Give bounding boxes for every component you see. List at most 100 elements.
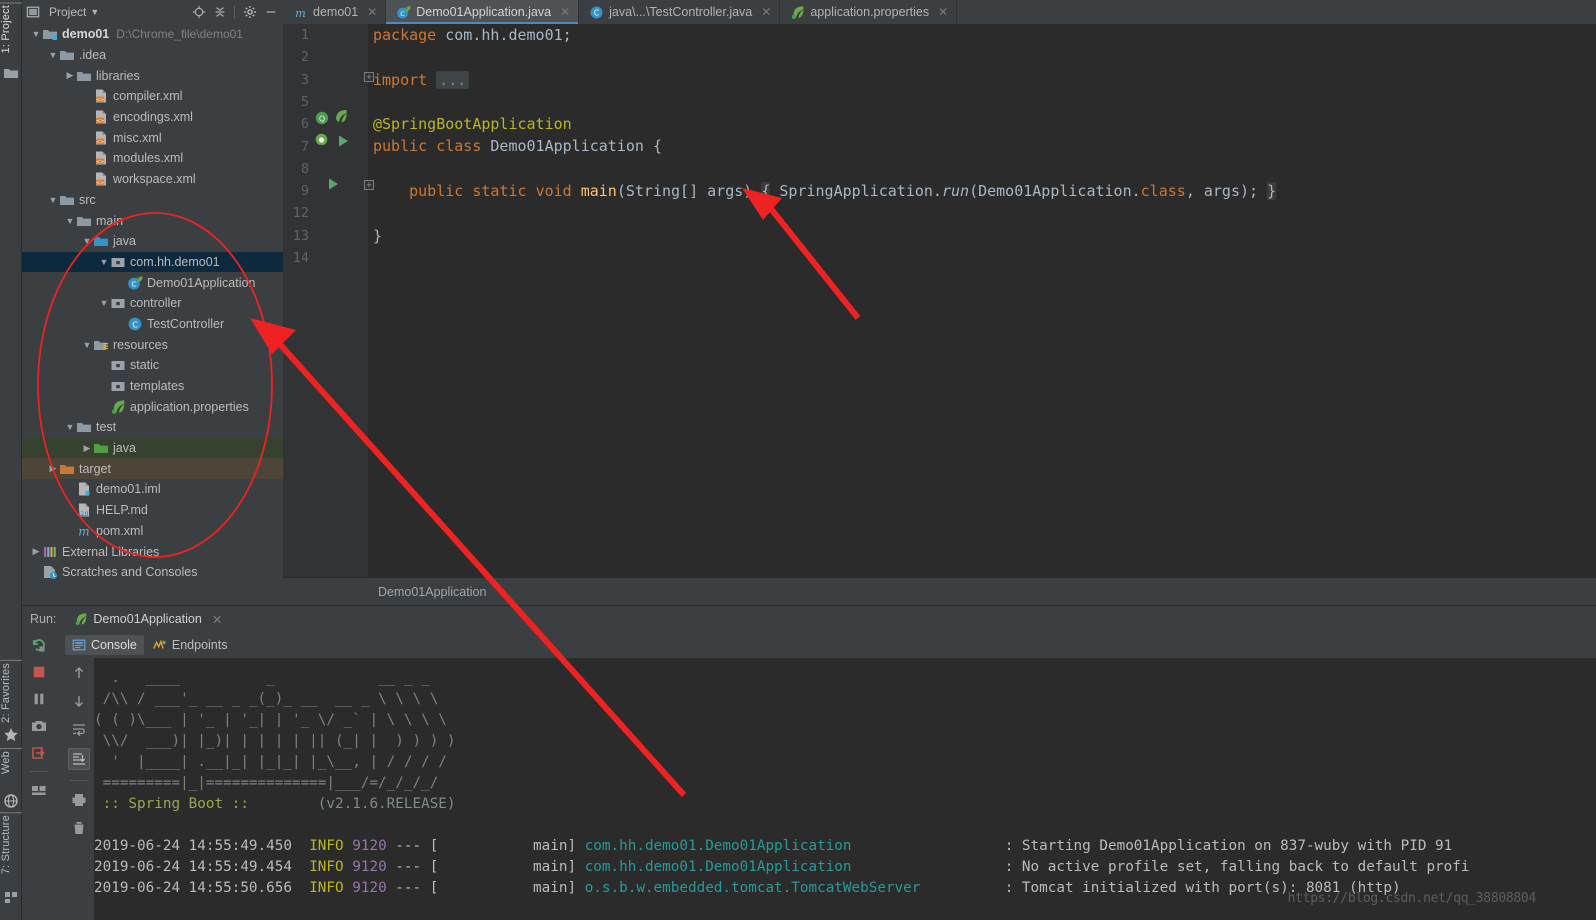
camera-icon[interactable]: [30, 717, 48, 735]
line-number: 6: [300, 116, 309, 133]
tree-item-demo01-iml[interactable]: demo01.iml: [22, 479, 283, 500]
tree-item-java[interactable]: ▼ java: [22, 231, 283, 252]
tree-item-workspace-xml[interactable]: <> workspace.xml: [22, 169, 283, 190]
tree-disclosure-arrow[interactable]: ▼: [98, 257, 110, 267]
tree-item-external-libraries[interactable]: ▶ External Libraries: [22, 541, 283, 562]
tree-item-application-properties[interactable]: application.properties: [22, 396, 283, 417]
scroll-up-icon[interactable]: [70, 664, 88, 682]
editor-tab-demo01[interactable]: m demo01 ✕: [283, 0, 387, 24]
editor-gutter[interactable]: 1 2 3 5 6 7 8 9 12 13 14 Q + +: [283, 24, 374, 577]
spring-context-gutter-icon[interactable]: [314, 132, 330, 148]
tree-disclosure-arrow[interactable]: ▼: [30, 29, 42, 39]
close-icon[interactable]: ✕: [367, 5, 377, 19]
close-icon[interactable]: ✕: [938, 5, 948, 19]
sidebar-tab-project[interactable]: 1: Project: [0, 2, 22, 56]
folded-imports[interactable]: ...: [436, 70, 470, 89]
line-number: 8: [300, 160, 309, 177]
soft-wrap-icon[interactable]: [70, 720, 88, 738]
trash-icon[interactable]: [70, 819, 88, 837]
tree-item-main[interactable]: ▼ main: [22, 210, 283, 231]
close-icon[interactable]: ✕: [212, 612, 222, 627]
tree-disclosure-arrow[interactable]: ▼: [81, 236, 93, 246]
editor-tab-java-testcontroller-java[interactable]: Cjava\...\TestController.java ✕: [579, 0, 781, 24]
sidebar-tab-web[interactable]: Web: [0, 748, 22, 777]
java-class-icon: C: [128, 317, 142, 331]
java-class-icon: C: [590, 6, 603, 18]
scroll-down-icon[interactable]: [70, 692, 88, 710]
sidebar-tab-favorites[interactable]: 2: Favorites: [0, 660, 22, 725]
console-output[interactable]: . ____ _ __ _ _ /\\ / ___'_ __ _ _(_)_ _…: [94, 658, 1596, 920]
rerun-icon[interactable]: [30, 636, 48, 654]
folder-icon: [60, 51, 74, 61]
tree-disclosure-arrow[interactable]: ▼: [64, 422, 76, 432]
tree-item-static[interactable]: static: [22, 355, 283, 376]
close-icon[interactable]: ✕: [560, 5, 570, 19]
line-number: 9: [300, 183, 309, 200]
tree-disclosure-arrow[interactable]: ▶: [81, 443, 93, 454]
chevron-down-icon[interactable]: ▼: [90, 7, 99, 17]
tree-item-resources[interactable]: ▼ resources: [22, 334, 283, 355]
tree-item--idea[interactable]: ▼ .idea: [22, 45, 283, 66]
tree-disclosure-arrow[interactable]: ▶: [64, 70, 76, 81]
run-tab-console[interactable]: Console: [65, 635, 144, 655]
print-icon[interactable]: [70, 791, 88, 809]
tree-item-target[interactable]: ▶ target: [22, 458, 283, 480]
tree-item-com-hh-demo01[interactable]: ▼ com.hh.demo01: [22, 251, 283, 273]
line-number: 7: [300, 138, 309, 155]
tree-item-demo01application[interactable]: C Demo01Application: [22, 272, 283, 293]
thread-dump-icon[interactable]: [30, 744, 48, 762]
log-separator: --- [: [395, 880, 439, 896]
layout-settings-icon[interactable]: [30, 781, 48, 799]
tree-item-testcontroller[interactable]: C TestController: [22, 314, 283, 335]
spring-bean-gutter-icon[interactable]: Q: [314, 110, 330, 126]
tree-disclosure-arrow[interactable]: ▶: [30, 546, 42, 557]
tree-disclosure-arrow[interactable]: ▼: [47, 195, 59, 205]
close-icon[interactable]: ✕: [761, 5, 771, 19]
tree-disclosure-arrow[interactable]: ▼: [47, 50, 59, 60]
run-class-gutter-icon[interactable]: [335, 133, 351, 149]
target-locate-icon[interactable]: [190, 4, 207, 21]
sidebar-tab-project-label: 1: Project: [0, 2, 22, 56]
tree-item-pom-xml[interactable]: m pom.xml: [22, 521, 283, 542]
spring-leaf-gutter-icon[interactable]: [333, 108, 349, 124]
tree-item-encodings-xml[interactable]: <> encodings.xml: [22, 107, 283, 128]
scroll-to-end-icon[interactable]: [68, 748, 90, 770]
tree-item-templates[interactable]: templates: [22, 376, 283, 397]
tree-disclosure-arrow[interactable]: ▼: [81, 340, 93, 350]
tree-item-label: libraries: [96, 68, 140, 83]
gear-icon[interactable]: [241, 4, 258, 21]
code-editor[interactable]: 1 2 3 5 6 7 8 9 12 13 14 Q + + package c…: [283, 24, 1596, 577]
stop-icon[interactable]: [30, 663, 48, 681]
tree-disclosure-arrow[interactable]: ▼: [98, 298, 110, 308]
editor-tab-demo01application-java[interactable]: C Demo01Application.java ✕: [386, 0, 580, 24]
run-tabs[interactable]: Console Endpoints: [55, 632, 234, 658]
code-text[interactable]: package com.hh.demo01; import ... @Sprin…: [373, 24, 1596, 577]
tree-item-modules-xml[interactable]: <> modules.xml: [22, 148, 283, 169]
console-banner-line: ( ( )\___ | '_ | '_| | '_ \/ _` | \ \ \ …: [94, 712, 447, 728]
hide-panel-icon[interactable]: [262, 4, 279, 21]
run-config-tab[interactable]: Demo01Application ✕: [70, 610, 226, 629]
tree-disclosure-arrow[interactable]: ▼: [64, 216, 76, 226]
tree-item-libraries[interactable]: ▶ libraries: [22, 65, 283, 86]
tree-item-src[interactable]: ▼ src: [22, 190, 283, 211]
run-tab-endpoints[interactable]: Endpoints: [146, 635, 235, 655]
pause-icon[interactable]: [30, 690, 48, 708]
breadcrumb[interactable]: Demo01Application: [378, 585, 486, 599]
editor-tab-application-properties[interactable]: application.properties ✕: [780, 0, 958, 24]
run-method-gutter-icon[interactable]: [325, 176, 341, 192]
collapse-all-icon[interactable]: [211, 4, 228, 21]
editor-tab-bar[interactable]: m demo01 ✕ C Demo01Application.java ✕ Cjava\..…: [283, 0, 1596, 24]
sidebar-tab-structure[interactable]: 7: Structure: [0, 812, 22, 877]
tree-item-controller[interactable]: ▼ controller: [22, 293, 283, 314]
tree-item-test[interactable]: ▼ test: [22, 417, 283, 438]
tree-item-java[interactable]: ▶ java: [22, 437, 283, 459]
tree-item-scratches-and-consoles[interactable]: Scratches and Consoles: [22, 562, 283, 583]
tree-item-misc-xml[interactable]: <> misc.xml: [22, 127, 283, 148]
tree-item-demo01[interactable]: ▼ demo01 D:\Chrome_file\demo01: [22, 24, 283, 45]
tree-item-compiler-xml[interactable]: <> compiler.xml: [22, 86, 283, 107]
tree-item-help-md[interactable]: MD HELP.md: [22, 500, 283, 521]
tree-disclosure-arrow[interactable]: ▶: [47, 463, 59, 474]
spring-boot-version: (v2.1.6.RELEASE): [257, 796, 456, 812]
project-tree[interactable]: ▼ demo01 D:\Chrome_file\demo01 ▼ .idea ▶ libra…: [22, 24, 283, 584]
